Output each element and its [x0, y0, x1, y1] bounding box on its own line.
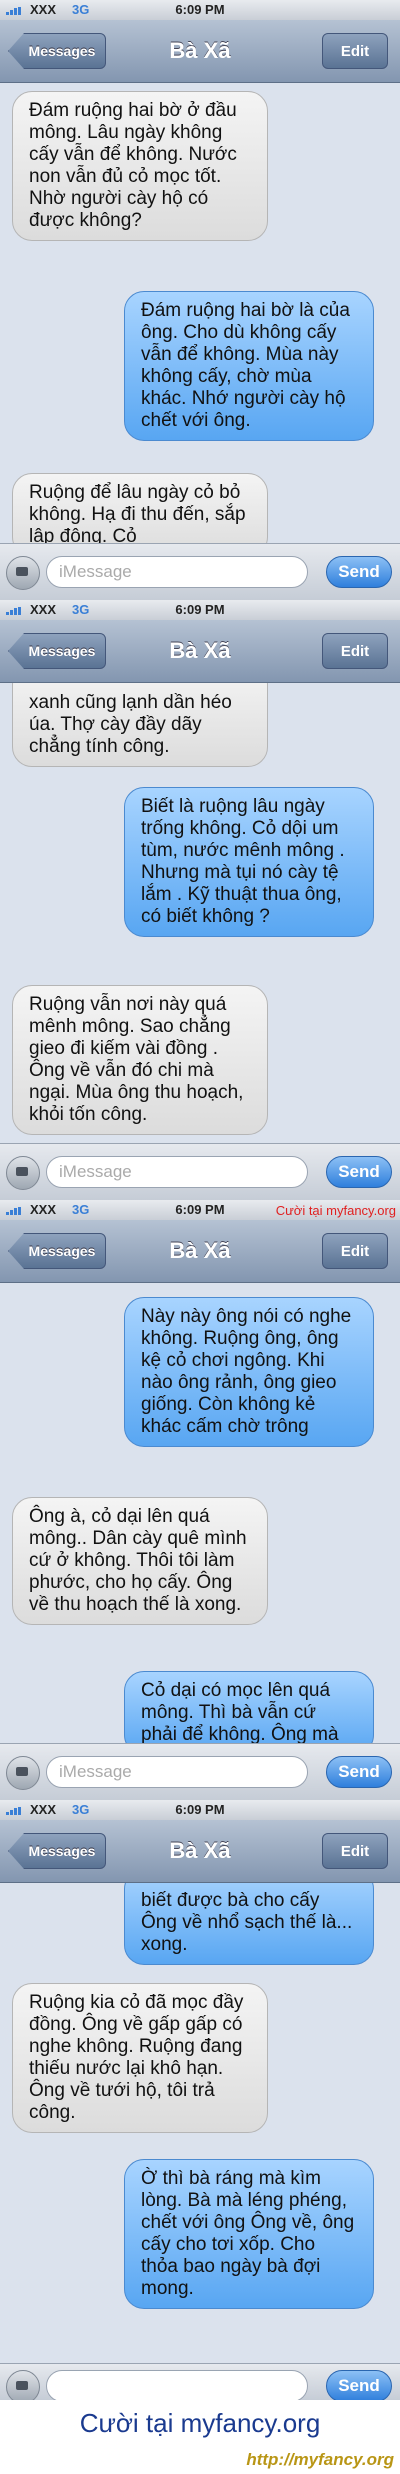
- status-bar: XXX 3G 6:09 PM: [0, 1800, 400, 1820]
- send-button[interactable]: Send: [326, 1756, 392, 1788]
- received-message-bubble: xanh cũng lạnh dần héo úa. Thợ cày đầy d…: [12, 683, 268, 767]
- imessage-input[interactable]: iMessage: [46, 1756, 308, 1788]
- send-button[interactable]: Send: [326, 1156, 392, 1188]
- back-button[interactable]: Messages: [8, 1233, 106, 1269]
- edit-button[interactable]: Edit: [322, 1833, 388, 1869]
- status-bar: XXX 3G 6:09 PM Cười tại myfancy.org: [0, 1200, 400, 1220]
- received-message-bubble: Ruộng vẫn nơi này quá mênh mông. Sao chẳ…: [12, 985, 268, 1135]
- imessage-input[interactable]: iMessage: [46, 556, 308, 588]
- nav-bar: Messages Bà Xã Edit: [0, 20, 400, 83]
- message-input-bar: iMessage Send: [0, 543, 400, 600]
- received-message-bubble: Ông à, cỏ dại lên quá mông.. Dân cày quê…: [12, 1497, 268, 1625]
- conversation-title: Bà Xã: [169, 38, 231, 63]
- message-input-bar: Send: [0, 2363, 400, 2400]
- message-input-bar: iMessage Send: [0, 1743, 400, 1800]
- phone-screen-1: XXX 3G 6:09 PM Messages Bà Xã Edit Đám r…: [0, 0, 400, 600]
- imessage-input[interactable]: iMessage: [46, 1156, 308, 1188]
- status-time: 6:09 PM: [175, 1802, 225, 1817]
- status-time: 6:09 PM: [175, 602, 225, 617]
- nav-bar: Messages Bà Xã Edit: [0, 1820, 400, 1883]
- nav-bar: Messages Bà Xã Edit: [0, 1220, 400, 1283]
- conversation-title: Bà Xã: [169, 1838, 231, 1863]
- sent-message-bubble: biết được bà cho cấy Ông về nhổ sạch thế…: [124, 1883, 374, 1965]
- watermark-text: Cười tại myfancy.org: [275, 1203, 396, 1218]
- camera-icon[interactable]: [6, 1156, 40, 1190]
- send-button[interactable]: Send: [326, 2370, 392, 2400]
- status-time: 6:09 PM: [175, 2, 225, 17]
- camera-icon[interactable]: [6, 556, 40, 590]
- conversation-title: Bà Xã: [169, 1238, 231, 1263]
- sent-message-bubble: Biết là ruộng lâu ngày trống không. Cỏ d…: [124, 787, 374, 937]
- footer-banner: Cười tại myfancy.org http://myfancy.org: [0, 2400, 400, 2474]
- conversation-title: Bà Xã: [169, 638, 231, 663]
- conversation-area[interactable]: Đám ruộng hai bờ ở đầu mông. Lâu ngày kh…: [0, 83, 400, 543]
- received-message-bubble: Ruộng để lâu ngày cỏ bỏ không. Hạ đi thu…: [12, 473, 268, 543]
- received-message-bubble: Ruộng kia cỏ đã mọc đầy đồng. Ông về gấp…: [12, 1983, 268, 2133]
- message-input-bar: iMessage Send: [0, 1143, 400, 1200]
- phone-screen-2: XXX 3G 6:09 PM Messages Bà Xã Edit xanh …: [0, 600, 400, 1200]
- sent-message-bubble: Ờ thì bà ráng mà kìm lòng. Bà mà léng ph…: [124, 2159, 374, 2309]
- nav-bar: Messages Bà Xã Edit: [0, 620, 400, 683]
- status-bar: XXX 3G 6:09 PM: [0, 0, 400, 20]
- back-button[interactable]: Messages: [8, 33, 106, 69]
- conversation-area[interactable]: Này này ông nói có nghe không. Ruộng ông…: [0, 1283, 400, 1743]
- phone-screen-4: XXX 3G 6:09 PM Messages Bà Xã Edit biết …: [0, 1800, 400, 2400]
- conversation-area[interactable]: xanh cũng lạnh dần héo úa. Thợ cày đầy d…: [0, 683, 400, 1143]
- back-button[interactable]: Messages: [8, 633, 106, 669]
- footer-brand-text: Cười tại myfancy.org: [79, 2408, 321, 2438]
- send-button[interactable]: Send: [326, 556, 392, 588]
- phone-screen-3: XXX 3G 6:09 PM Cười tại myfancy.org Mess…: [0, 1200, 400, 1800]
- footer-url-link[interactable]: http://myfancy.org: [246, 2450, 394, 2470]
- sent-message-bubble: Này này ông nói có nghe không. Ruộng ông…: [124, 1297, 374, 1447]
- received-message-bubble: Đám ruộng hai bờ ở đầu mông. Lâu ngày kh…: [12, 91, 268, 241]
- status-bar: XXX 3G 6:09 PM: [0, 600, 400, 620]
- edit-button[interactable]: Edit: [322, 1233, 388, 1269]
- imessage-input[interactable]: [46, 2370, 308, 2400]
- edit-button[interactable]: Edit: [322, 633, 388, 669]
- back-button[interactable]: Messages: [8, 1833, 106, 1869]
- conversation-area[interactable]: biết được bà cho cấy Ông về nhổ sạch thế…: [0, 1883, 400, 2363]
- camera-icon[interactable]: [6, 2370, 40, 2400]
- edit-button[interactable]: Edit: [322, 33, 388, 69]
- sent-message-bubble: Đám ruộng hai bờ là của ông. Cho dù khôn…: [124, 291, 374, 441]
- camera-icon[interactable]: [6, 1756, 40, 1790]
- sent-message-bubble: Cỏ dại có mọc lên quá mông. Thì bà vẫn c…: [124, 1671, 374, 1743]
